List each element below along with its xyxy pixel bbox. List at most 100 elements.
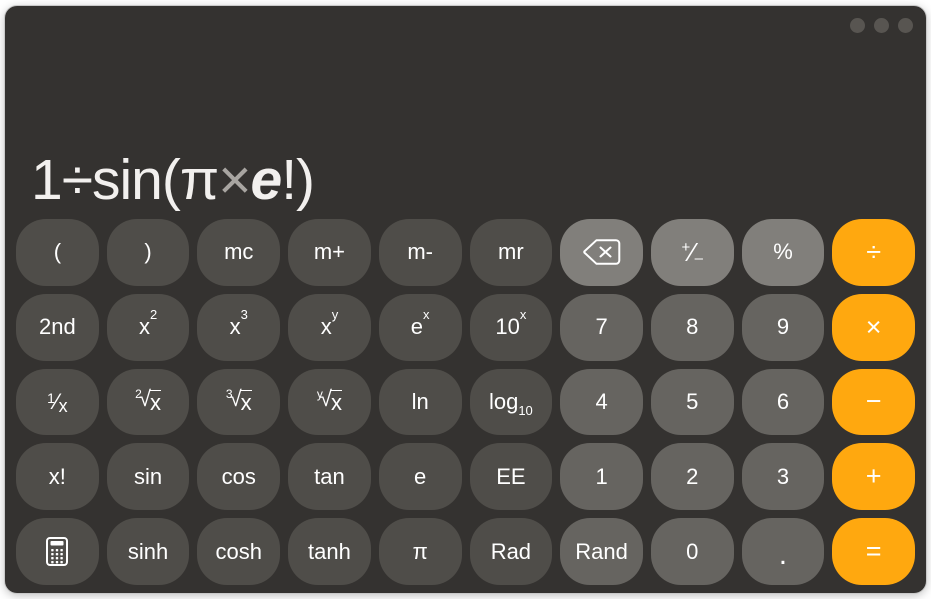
key-label: + — [865, 461, 882, 492]
key-label: m- — [407, 239, 433, 265]
display-token: ! — [281, 148, 297, 212]
hyperbolic-cosine-button[interactable]: cosh — [197, 518, 281, 585]
subtract-button[interactable]: − — [832, 368, 916, 436]
digit-9-button[interactable]: 9 — [741, 293, 825, 361]
display-token: 1 — [31, 148, 63, 212]
key-label: = — [865, 536, 882, 567]
log-base-10-button[interactable]: log10 — [469, 368, 553, 436]
key-label: 7 — [595, 314, 608, 340]
key-label: sin — [133, 463, 163, 489]
key-label: sinh — [127, 538, 169, 564]
ten-to-power-x-button[interactable]: 10x — [469, 293, 553, 361]
memory-add-button[interactable]: m+ — [288, 219, 371, 286]
x-squared-button[interactable]: x2 — [106, 293, 190, 361]
reciprocal-button[interactable]: 1 ⁄ x — [16, 368, 99, 436]
key-label: Rand — [575, 538, 628, 564]
key-label: x3 — [229, 306, 248, 340]
keypad-row: 1 ⁄ x 2 √ x 3 √ x y √ x ln log10 4 5 6 − — [16, 368, 916, 436]
y-root-button[interactable]: y √ x — [288, 368, 371, 436]
key-label: ln — [411, 388, 429, 414]
digit-6-button[interactable]: 6 — [741, 368, 825, 436]
x-cubed-button[interactable]: x3 — [197, 293, 281, 361]
display-token: ) — [296, 148, 315, 212]
digit-1-button[interactable]: 1 — [560, 443, 643, 511]
second-function-button[interactable]: 2nd — [16, 293, 99, 361]
random-button[interactable]: Rand — [560, 518, 643, 585]
maximize-window-button[interactable] — [898, 18, 913, 33]
exponent-entry-button[interactable]: EE — [469, 443, 553, 511]
key-label: 9 — [776, 314, 790, 340]
close-paren-button[interactable]: ) — [106, 219, 190, 286]
keypad-row: () mc m+ m-mr + ⁄ –% ÷ — [16, 219, 916, 286]
calculator-mode-button[interactable] — [16, 518, 99, 585]
key-label: log10 — [488, 388, 533, 418]
factorial-button[interactable]: x! — [16, 443, 99, 511]
display-token: × — [218, 148, 251, 212]
key-label: × — [865, 311, 882, 342]
key-label: 8 — [686, 314, 699, 340]
key-label: 2nd — [38, 314, 76, 340]
cube-root-button[interactable]: 3 √ x — [197, 368, 281, 436]
display-token: sin( — [92, 148, 181, 212]
minimize-window-button[interactable] — [874, 18, 889, 33]
key-label: π — [412, 538, 428, 564]
display-token: π — [179, 148, 219, 212]
hyperbolic-sine-button[interactable]: sinh — [106, 518, 190, 585]
key-label: 4 — [595, 388, 608, 414]
calculator-icon — [46, 537, 69, 567]
delete-backspace-icon — [582, 238, 622, 266]
key-label: 6 — [776, 388, 790, 414]
display-expression: 1÷sin(π×e!) — [31, 152, 315, 209]
tangent-button[interactable]: tan — [288, 443, 371, 511]
open-paren-button[interactable]: ( — [16, 219, 99, 286]
key-label: 1 ⁄ x — [47, 388, 68, 416]
memory-recall-button[interactable]: mr — [469, 219, 553, 286]
key-label: tanh — [308, 538, 351, 564]
screenshot-root: 1÷sin(π×e!) () mc m+ m-mr + ⁄ –% ÷ 2nd x2 x3 xy ex 10… — [0, 0, 931, 599]
digit-7-button[interactable]: 7 — [560, 293, 643, 361]
pi-button[interactable]: π — [378, 518, 462, 585]
hyperbolic-tangent-button[interactable]: tanh — [288, 518, 371, 585]
natural-log-button[interactable]: ln — [378, 368, 462, 436]
delete-button[interactable] — [560, 219, 643, 286]
key-label: ) — [144, 239, 152, 265]
digit-3-button[interactable]: 3 — [741, 443, 825, 511]
memory-subtract-button[interactable]: m- — [378, 219, 462, 286]
key-label: 1 — [595, 463, 608, 489]
calculator-display[interactable]: 1÷sin(π×e!) — [5, 50, 926, 215]
decimal-point-button[interactable]: . — [741, 518, 825, 585]
keypad-row: x! sin cos tan e EE 1 2 3 + — [16, 443, 916, 511]
key-label: EE — [496, 463, 526, 489]
digit-2-button[interactable]: 2 — [650, 443, 734, 511]
x-to-power-y-button[interactable]: xy — [288, 293, 371, 361]
key-label: 2 √ x — [135, 386, 161, 416]
calculator-keypad: () mc m+ m-mr + ⁄ –% ÷ 2nd x2 x3 xy ex 10x 7 8 9 × 1 ⁄ x 2 √ x 3… — [16, 219, 916, 585]
digit-5-button[interactable]: 5 — [650, 368, 734, 436]
e-to-power-x-button[interactable]: ex — [378, 293, 462, 361]
divide-button[interactable]: ÷ — [832, 219, 916, 286]
add-button[interactable]: + — [832, 443, 916, 511]
window-titlebar[interactable] — [5, 6, 926, 50]
digit-8-button[interactable]: 8 — [650, 293, 734, 361]
close-window-button[interactable] — [850, 18, 865, 33]
memory-clear-button[interactable]: mc — [197, 219, 281, 286]
digit-0-button[interactable]: 0 — [650, 518, 734, 585]
equals-button[interactable]: = — [832, 518, 916, 585]
key-label: xy — [320, 306, 339, 340]
sign-toggle-button[interactable]: + ⁄ – — [650, 219, 734, 286]
radians-button[interactable]: Rad — [469, 518, 553, 585]
square-root-button[interactable]: 2 √ x — [106, 368, 190, 436]
keypad-row: sinh cosh tanh π Rad Rand 0. = — [16, 518, 916, 585]
multiply-button[interactable]: × — [832, 293, 916, 361]
key-label: cosh — [215, 538, 262, 564]
key-label: x2 — [138, 306, 158, 340]
display-token: e — [250, 148, 282, 212]
digit-4-button[interactable]: 4 — [560, 368, 643, 436]
percent-button[interactable]: % — [741, 219, 825, 286]
display-token: ÷ — [61, 148, 93, 212]
key-label: y √ x — [316, 386, 342, 416]
key-label: + ⁄ – — [681, 237, 703, 268]
cosine-button[interactable]: cos — [197, 443, 281, 511]
euler-constant-button[interactable]: e — [378, 443, 462, 511]
sine-button[interactable]: sin — [106, 443, 190, 511]
